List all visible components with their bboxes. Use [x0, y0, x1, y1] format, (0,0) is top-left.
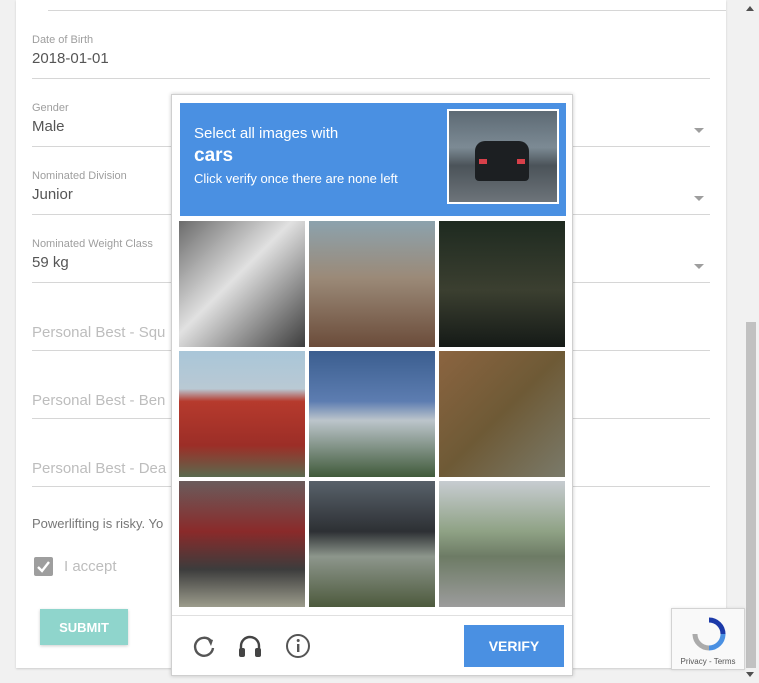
dob-field[interactable]: Date of Birth 2018-01-01: [32, 34, 710, 79]
division-label: Nominated Division: [32, 170, 127, 182]
weight-class-value: 59 kg: [32, 254, 69, 271]
info-icon[interactable]: [284, 632, 312, 660]
reload-icon[interactable]: [190, 632, 218, 660]
page-scrollbar[interactable]: [742, 0, 759, 683]
captcha-tile-5[interactable]: [309, 351, 435, 477]
scroll-up-icon[interactable]: [746, 6, 754, 11]
captcha-tile-3[interactable]: [439, 221, 565, 347]
captcha-challenge: Select all images with cars Click verify…: [171, 94, 573, 676]
headphones-icon[interactable]: [236, 632, 264, 660]
captcha-footer: VERIFY: [172, 615, 572, 676]
recaptcha-links[interactable]: Privacy - Terms: [672, 657, 744, 666]
top-field-remnant: [48, 0, 726, 11]
pb-squat-placeholder: Personal Best - Squ: [32, 324, 166, 341]
accept-label: I accept: [64, 558, 117, 575]
pb-bench-placeholder: Personal Best - Ben: [32, 392, 166, 409]
captcha-keyword: cars: [194, 145, 234, 166]
gender-label: Gender: [32, 102, 69, 114]
car-taillight: [517, 159, 525, 164]
captcha-tile-8[interactable]: [309, 481, 435, 607]
dob-value: 2018-01-01: [32, 50, 109, 67]
car-taillight: [479, 159, 487, 164]
recaptcha-logo-icon: [692, 617, 726, 651]
division-value: Junior: [32, 186, 73, 203]
submit-button[interactable]: SUBMIT: [40, 609, 128, 645]
accept-checkbox[interactable]: [34, 557, 53, 576]
risk-disclaimer: Powerlifting is risky. Yo: [32, 516, 164, 531]
verify-button[interactable]: VERIFY: [464, 625, 564, 667]
captcha-tile-9[interactable]: [439, 481, 565, 607]
chevron-down-icon: [694, 128, 704, 133]
chevron-down-icon: [694, 196, 704, 201]
gender-value: Male: [32, 118, 65, 135]
check-icon: [37, 561, 50, 573]
dob-label: Date of Birth: [32, 34, 94, 46]
scroll-thumb[interactable]: [746, 322, 756, 668]
scroll-down-icon[interactable]: [746, 672, 754, 677]
captcha-hint: Click verify once there are none left: [194, 171, 398, 186]
weight-class-label: Nominated Weight Class: [32, 238, 153, 250]
pb-deadlift-placeholder: Personal Best - Dea: [32, 460, 167, 477]
captcha-tile-4[interactable]: [179, 351, 305, 477]
captcha-image-grid: [179, 221, 567, 609]
captcha-instruction: Select all images with: [194, 125, 339, 142]
chevron-down-icon: [694, 264, 704, 269]
captcha-tile-1[interactable]: [179, 221, 305, 347]
captcha-example-image: [447, 109, 559, 204]
recaptcha-badge[interactable]: Privacy - Terms: [671, 608, 745, 670]
captcha-tile-7[interactable]: [179, 481, 305, 607]
captcha-tile-2[interactable]: [309, 221, 435, 347]
captcha-header: Select all images with cars Click verify…: [180, 103, 566, 216]
captcha-tile-6[interactable]: [439, 351, 565, 477]
